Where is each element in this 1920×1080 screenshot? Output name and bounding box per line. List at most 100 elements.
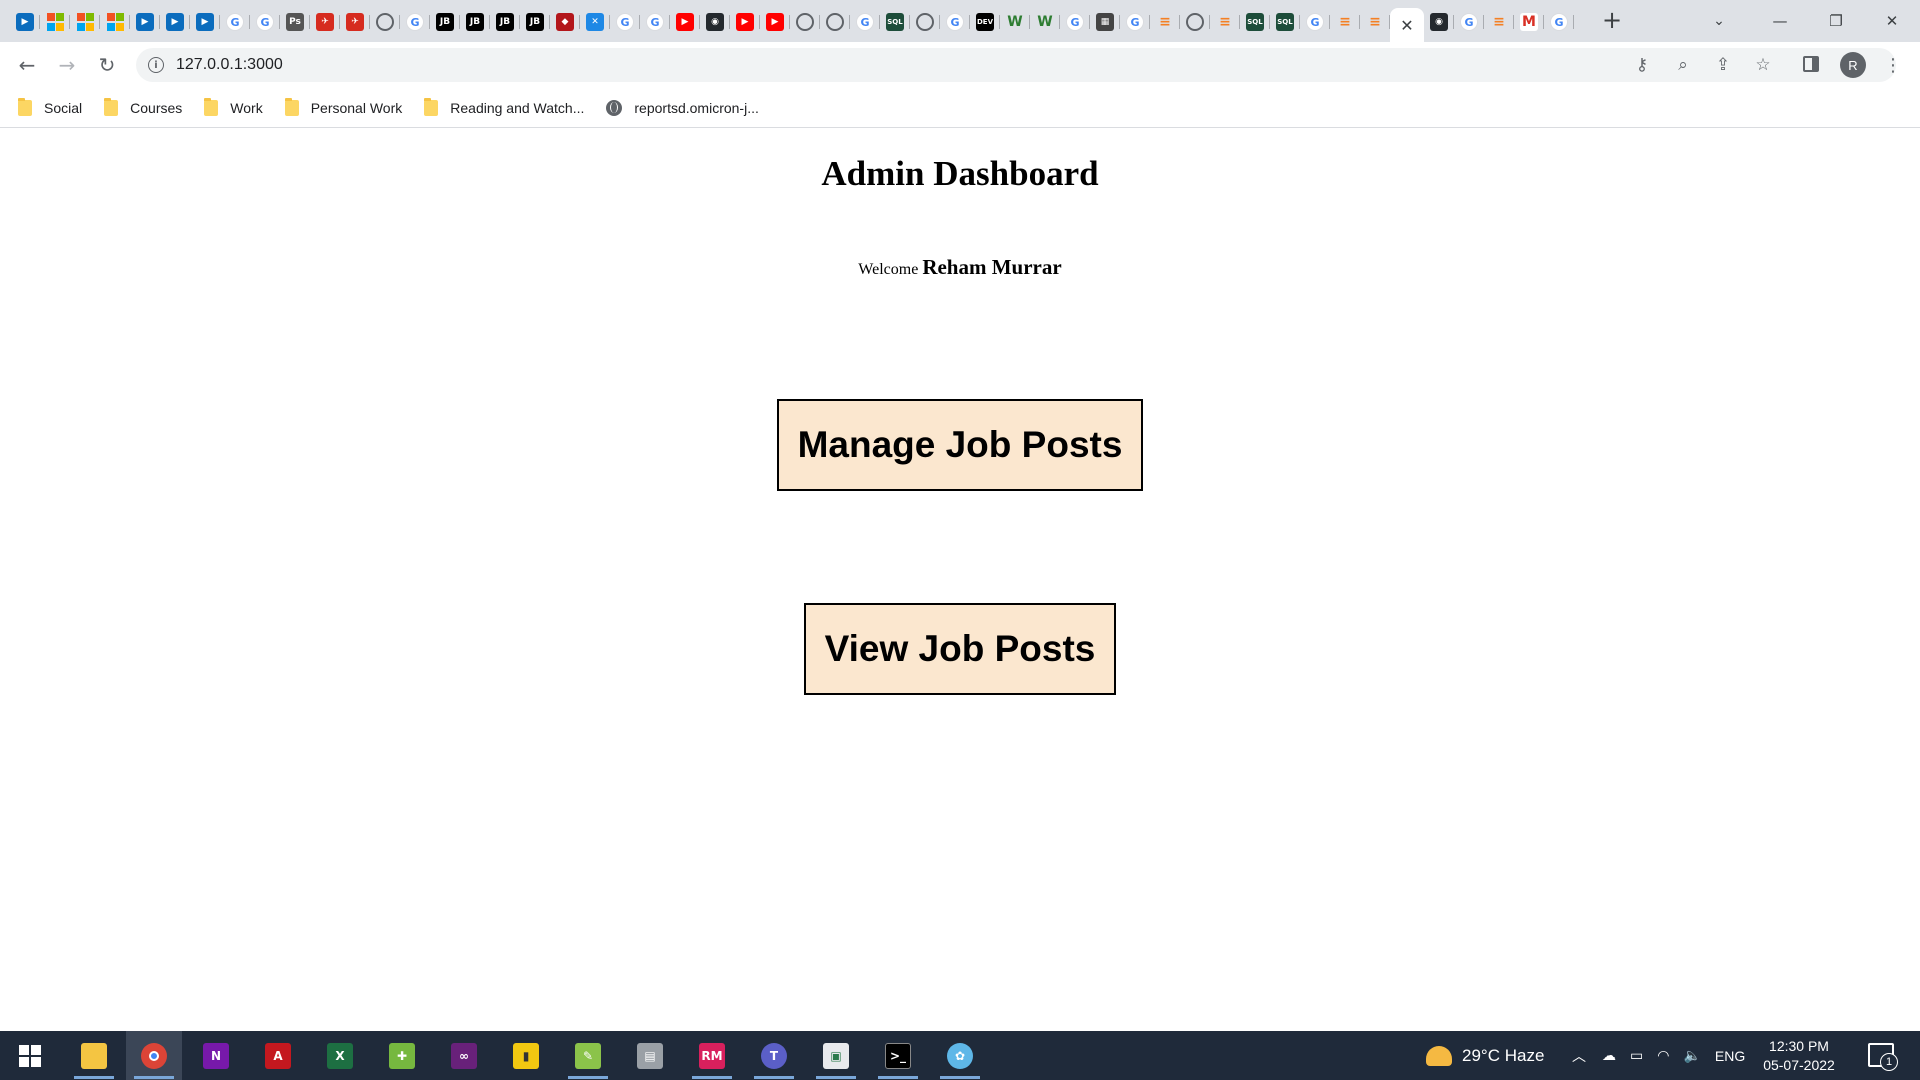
bookmark-work[interactable]: Work (204, 97, 263, 116)
taskbar-app-window[interactable]: ▣ (808, 1031, 864, 1080)
new-tab-button[interactable]: + (1598, 6, 1626, 34)
tab-google[interactable]: G (1120, 8, 1150, 36)
address-bar[interactable]: i 127.0.0.1:3000 ⚷ ⌕ ⇪ ☆ (136, 48, 1896, 82)
bookmark-reading-and-watch[interactable]: Reading and Watch... (424, 97, 584, 116)
weather-widget[interactable]: 29°C Haze (1426, 1031, 1544, 1080)
tab-gmail[interactable]: M (1514, 8, 1544, 36)
wifi-icon[interactable]: ◠ (1657, 1047, 1669, 1064)
close-window-icon[interactable]: ✕ (1864, 0, 1920, 42)
tab-google[interactable]: G (220, 8, 250, 36)
chevron-up-icon[interactable]: ︿ (1572, 1046, 1586, 1066)
tab-microsoft[interactable] (100, 8, 130, 36)
taskbar-teams[interactable]: T (746, 1031, 802, 1080)
url-text[interactable]: 127.0.0.1:3000 (176, 56, 283, 74)
taskbar-onenote[interactable]: N (188, 1031, 244, 1080)
tab-google[interactable]: G (640, 8, 670, 36)
tab-fast[interactable]: ✈ (340, 8, 370, 36)
taskbar-database[interactable]: ▤ (622, 1031, 678, 1080)
tab-sql[interactable]: SQL (1270, 8, 1300, 36)
restore-icon[interactable]: ❐ (1808, 0, 1864, 42)
bookmark-courses[interactable]: Courses (104, 97, 182, 116)
tab-media[interactable]: ▶ (130, 8, 160, 36)
tab-w[interactable]: W (1030, 8, 1060, 36)
tab-stackoverflow[interactable]: ≡ (1150, 8, 1180, 36)
bookmark-social[interactable]: Social (18, 97, 82, 116)
tab-globe[interactable] (820, 8, 850, 36)
tab-stackoverflow[interactable]: ≡ (1360, 8, 1390, 36)
tab-translate[interactable]: G (1544, 8, 1574, 36)
tab-youtube[interactable]: ▶ (730, 8, 760, 36)
volume-icon[interactable]: 🔈 (1683, 1047, 1700, 1064)
tab-github[interactable]: ◉ (1424, 8, 1454, 36)
taskbar-terminal[interactable]: >_ (870, 1031, 926, 1080)
tab-globe[interactable] (910, 8, 940, 36)
onedrive-cloud-icon[interactable]: ☁ (1602, 1047, 1616, 1064)
tab-jetbrains[interactable]: JB (490, 8, 520, 36)
tab-google[interactable]: G (250, 8, 280, 36)
forward-arrow-icon[interactable]: → (52, 50, 82, 80)
tab-dev[interactable]: DEV (970, 8, 1000, 36)
active-tab-close-icon[interactable]: ✕ (1390, 8, 1424, 42)
tab-ps[interactable]: Ps (280, 8, 310, 36)
tab-media[interactable]: ▶ (190, 8, 220, 36)
manage-job-posts-button[interactable]: Manage Job Posts (777, 399, 1143, 491)
taskbar-rubymine[interactable]: RM (684, 1031, 740, 1080)
tab-vscode[interactable]: ✕ (580, 8, 610, 36)
taskbar-visual-studio[interactable]: ∞ (436, 1031, 492, 1080)
tab-google[interactable]: G (400, 8, 430, 36)
tab-w[interactable]: W (1000, 8, 1030, 36)
tab-stackoverflow[interactable]: ≡ (1210, 8, 1240, 36)
tab-media[interactable]: ▶ (10, 8, 40, 36)
taskbar-power-bi[interactable]: ▮ (498, 1031, 554, 1080)
bookmark-reportsd-omicron-j[interactable]: reportsd.omicron-j... (606, 99, 759, 116)
key-icon[interactable]: ⚷ (1631, 54, 1653, 76)
tab-youtube[interactable]: ▶ (670, 8, 700, 36)
tab-github[interactable]: ◉ (700, 8, 730, 36)
tab-globe[interactable] (370, 8, 400, 36)
language-indicator[interactable]: ENG (1715, 1048, 1745, 1064)
tab-stackoverflow[interactable]: ≡ (1330, 8, 1360, 36)
tab-google[interactable]: G (940, 8, 970, 36)
tab-globe[interactable] (1180, 8, 1210, 36)
battery-icon[interactable]: ▭ (1630, 1047, 1643, 1064)
reload-icon[interactable]: ↻ (92, 50, 122, 80)
tab-stackoverflow[interactable]: ≡ (1484, 8, 1514, 36)
tab-google[interactable]: G (1454, 8, 1484, 36)
back-arrow-icon[interactable]: ← (12, 50, 42, 80)
taskbar-paint[interactable]: ✿ (932, 1031, 988, 1080)
tab-microsoft[interactable] (70, 8, 100, 36)
tab-youtube[interactable]: ▶ (760, 8, 790, 36)
clock[interactable]: 12:30 PM 05-07-2022 (1756, 1037, 1842, 1075)
browser-menu-icon[interactable]: ⋮ (1880, 51, 1906, 79)
tab-sql[interactable]: SQL (880, 8, 910, 36)
tab-media[interactable]: ▶ (160, 8, 190, 36)
tab-google[interactable]: G (1060, 8, 1090, 36)
taskbar-excel[interactable]: X (312, 1031, 368, 1080)
taskbar-file-explorer[interactable] (66, 1031, 122, 1080)
bookmark-star-icon[interactable]: ☆ (1752, 54, 1774, 76)
minimize-icon[interactable]: — (1752, 0, 1808, 42)
tab-jetbrains[interactable]: JB (430, 8, 460, 36)
tab-google[interactable]: G (1300, 8, 1330, 36)
side-panel-icon[interactable] (1800, 53, 1822, 75)
taskbar-chrome[interactable] (126, 1031, 182, 1080)
tab-google[interactable]: G (850, 8, 880, 36)
start-button[interactable] (2, 1031, 58, 1080)
share-icon[interactable]: ⇪ (1712, 54, 1734, 76)
tab-jetbrains[interactable]: JB (460, 8, 490, 36)
bookmark-personal-work[interactable]: Personal Work (284, 97, 402, 116)
taskbar-notepad-plus[interactable]: ✎ (560, 1031, 616, 1080)
view-job-posts-button[interactable]: View Job Posts (804, 603, 1116, 695)
tab-sql[interactable]: SQL (1240, 8, 1270, 36)
tab-globe[interactable] (790, 8, 820, 36)
tab-fast[interactable]: ✈ (310, 8, 340, 36)
tab-jetbrains[interactable]: JB (520, 8, 550, 36)
profile-avatar[interactable]: R (1840, 52, 1866, 78)
zoom-icon[interactable]: ⌕ (1672, 54, 1694, 76)
tab-microsoft[interactable] (40, 8, 70, 36)
taskbar-acrobat[interactable]: A (250, 1031, 306, 1080)
tab-google[interactable]: G (610, 8, 640, 36)
tab-red-app[interactable]: ◆ (550, 8, 580, 36)
site-info-icon[interactable]: i (148, 57, 164, 73)
taskbar-app[interactable]: ✚ (374, 1031, 430, 1080)
